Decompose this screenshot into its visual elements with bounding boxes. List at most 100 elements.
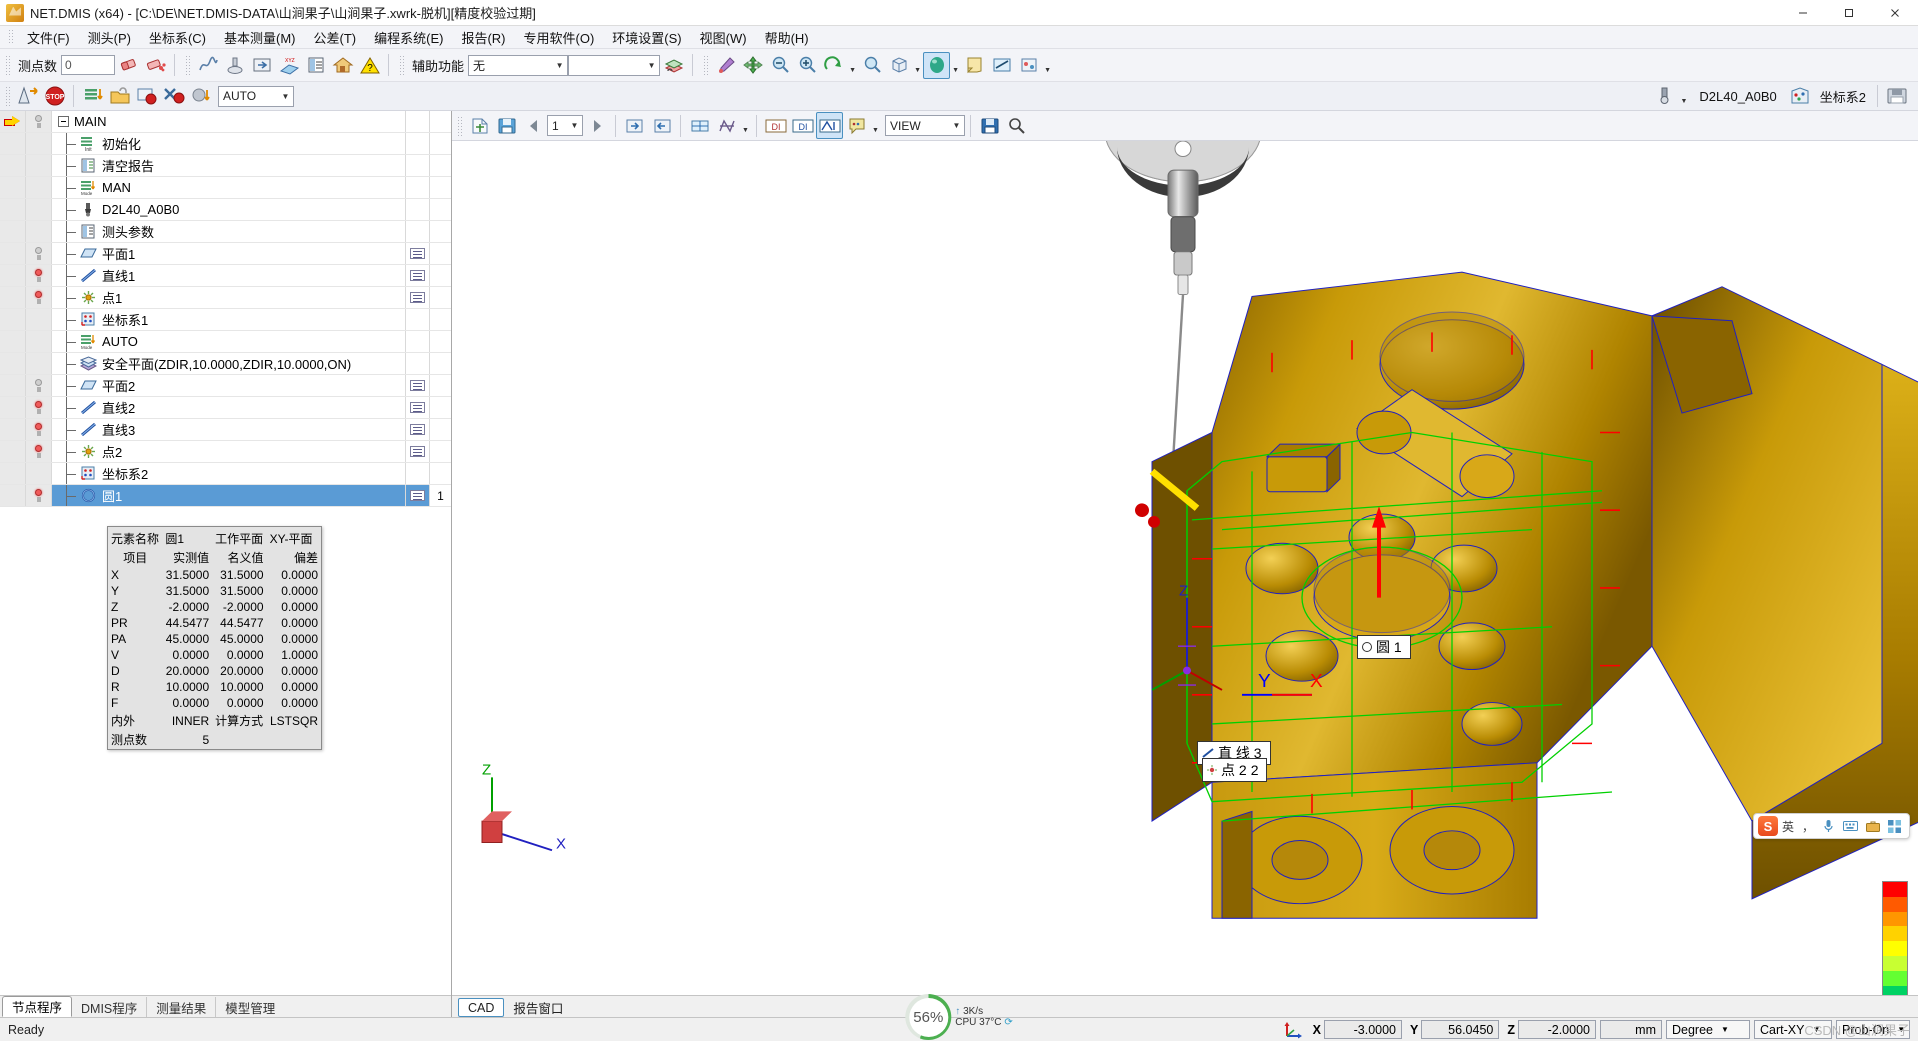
menu-help[interactable]: 帮助(H) xyxy=(756,26,818,49)
tree-label-cell[interactable]: Mode MAN xyxy=(52,177,405,198)
rotate-icon[interactable] xyxy=(820,52,847,79)
tree-bulb-cell[interactable] xyxy=(26,111,52,132)
tree-label-cell[interactable]: 点1 xyxy=(52,287,405,308)
tree-item-line2[interactable]: 直线2 xyxy=(0,397,451,419)
menu-settings[interactable]: 环境设置(S) xyxy=(603,26,690,49)
tab-report-window[interactable]: 报告窗口 xyxy=(504,997,572,1017)
refresh-icon[interactable]: ⟳ xyxy=(1004,1017,1012,1028)
csys-icon-status[interactable] xyxy=(1283,1021,1303,1039)
toolbox-icon[interactable] xyxy=(1866,820,1880,832)
tree-item-probe[interactable]: D2L40_A0B0 xyxy=(0,199,451,221)
x-coordinate-value[interactable]: -3.0000 xyxy=(1324,1020,1403,1039)
visibility-bulb-icon[interactable] xyxy=(34,247,43,260)
paint-render-icon[interactable] xyxy=(712,52,739,79)
tree-bulb-cell[interactable] xyxy=(26,177,52,198)
close-button[interactable] xyxy=(1872,0,1918,25)
tree-label-cell[interactable]: 点2 xyxy=(52,441,405,462)
tree-item-man-mode[interactable]: Mode MAN xyxy=(0,177,451,199)
open-folder-icon[interactable] xyxy=(106,83,133,110)
box-view-dropdown-arrow[interactable]: ▼ xyxy=(912,52,923,79)
ime-lang-label[interactable]: 英 xyxy=(1782,818,1794,835)
visibility-bulb-icon[interactable] xyxy=(34,269,43,282)
tab-node-program[interactable]: 节点程序 xyxy=(2,996,73,1017)
prev-page-icon[interactable] xyxy=(520,112,547,139)
y-coordinate-value[interactable]: 56.0450 xyxy=(1421,1020,1500,1039)
tree-item-csys2[interactable]: 坐标系2 xyxy=(0,463,451,485)
tree-label-cell[interactable]: 清空报告 xyxy=(52,155,405,176)
tree-item-main[interactable]: MAIN xyxy=(0,111,451,133)
tree-bulb-cell[interactable] xyxy=(26,199,52,220)
xyz-plane-icon[interactable]: XYZ xyxy=(275,52,302,79)
tree-label-cell[interactable]: D2L40_A0B0 xyxy=(52,199,405,220)
tree-bulb-cell[interactable] xyxy=(26,441,52,462)
shaded-view-icon[interactable] xyxy=(923,51,951,79)
tree-label-cell[interactable]: 坐标系2 xyxy=(52,463,405,484)
measure-line-icon[interactable] xyxy=(988,52,1015,79)
tree-bulb-cell[interactable] xyxy=(26,133,52,154)
sogou-logo-icon[interactable]: S xyxy=(1757,816,1778,836)
next-page-icon[interactable] xyxy=(583,112,610,139)
tree-label-cell[interactable]: Mode AUTO xyxy=(52,331,405,352)
unit-value[interactable]: mm xyxy=(1600,1020,1662,1039)
visibility-bulb-icon[interactable] xyxy=(34,489,43,502)
toolbar-grip-3[interactable] xyxy=(399,55,405,75)
toolbar-grip-1[interactable] xyxy=(5,55,10,75)
tree-bulb-cell[interactable] xyxy=(26,419,52,440)
menu-grip[interactable] xyxy=(8,29,13,45)
erase-point-icon[interactable] xyxy=(115,52,142,79)
tree-item-plane1[interactable]: 平面1 xyxy=(0,243,451,265)
keyboard-icon[interactable] xyxy=(1843,820,1858,832)
aux-extra-combo[interactable]: ▼ xyxy=(568,54,661,76)
tree-bulb-cell[interactable] xyxy=(26,463,52,484)
tree-bulb-cell[interactable] xyxy=(26,375,52,396)
tree-label-cell[interactable]: 直线3 xyxy=(52,419,405,440)
tree-bulb-cell[interactable] xyxy=(26,221,52,242)
probe-indicator-icon[interactable] xyxy=(1651,83,1678,110)
align-model-icon[interactable] xyxy=(686,112,713,139)
visibility-bulb-icon[interactable] xyxy=(34,291,43,304)
probe-params-icon[interactable] xyxy=(302,52,329,79)
tree-item-probe-params[interactable]: 测头参数 xyxy=(0,221,451,243)
zoom-window-icon[interactable] xyxy=(858,52,885,79)
export-model-icon[interactable] xyxy=(648,112,675,139)
probe-calibration-icon[interactable] xyxy=(221,52,248,79)
search-model-icon[interactable] xyxy=(1003,112,1030,139)
layers-lock-icon[interactable] xyxy=(660,52,687,79)
shaded-view-dropdown-arrow[interactable]: ▼ xyxy=(950,52,961,79)
tree-label-cell[interactable]: 圆1 xyxy=(52,485,405,506)
tree-label-cell[interactable]: 测头参数 xyxy=(52,221,405,242)
tree-item-safe-plane[interactable]: 安全平面(ZDIR,10.0000,ZDIR,10.0000,ON) xyxy=(0,353,451,375)
cad-viewport[interactable]: Z Y X Z X 圆 1 直 线 3 点 2 2 S 英 ， xyxy=(452,141,1918,995)
toolbar-grip-2[interactable] xyxy=(185,55,191,75)
tree-bulb-cell[interactable] xyxy=(26,353,52,374)
view-combo[interactable]: VIEW ▼ xyxy=(885,115,965,136)
annotate-dropdown-arrow[interactable]: ▼ xyxy=(870,112,881,139)
tree-bulb-cell[interactable] xyxy=(26,287,52,308)
new-view-icon[interactable] xyxy=(466,112,493,139)
warning-icon[interactable]: ? xyxy=(356,52,383,79)
menu-view[interactable]: 视图(W) xyxy=(691,26,756,49)
tree-item-circle1[interactable]: 圆1 1 xyxy=(0,485,451,507)
tree-item-line1[interactable]: 直线1 xyxy=(0,265,451,287)
page-combo[interactable]: 1 ▼ xyxy=(547,115,583,136)
annotate-icon[interactable] xyxy=(843,112,870,139)
save-view-icon[interactable] xyxy=(493,112,520,139)
probe-indicator-dropdown-arrow[interactable]: ▼ xyxy=(1678,83,1689,110)
tree-bulb-cell[interactable] xyxy=(26,485,52,506)
toolbar-grip-5[interactable] xyxy=(5,86,10,106)
angle-unit-combo[interactable]: Degree ▼ xyxy=(1666,1020,1750,1039)
menu-measure[interactable]: 基本测量(M) xyxy=(215,26,305,49)
tree-bulb-cell[interactable] xyxy=(26,331,52,352)
toolbar-grip-4[interactable] xyxy=(703,55,709,75)
move-icon[interactable] xyxy=(739,52,766,79)
datum-dropdown-arrow[interactable]: ▼ xyxy=(1042,52,1053,79)
visibility-bulb-icon[interactable] xyxy=(34,445,43,458)
menu-programming[interactable]: 编程系统(E) xyxy=(365,26,452,49)
tree-item-clear-report[interactable]: 清空报告 xyxy=(0,155,451,177)
cad-toolbar-grip[interactable] xyxy=(457,115,462,136)
visibility-bulb-icon[interactable] xyxy=(34,401,43,414)
aux-function-combo[interactable]: 无 ▼ xyxy=(468,54,569,76)
tree-bulb-cell[interactable] xyxy=(26,397,52,418)
tree-item-auto-mode[interactable]: Mode AUTO xyxy=(0,331,451,353)
tree-label-cell[interactable]: MAIN xyxy=(52,111,405,132)
